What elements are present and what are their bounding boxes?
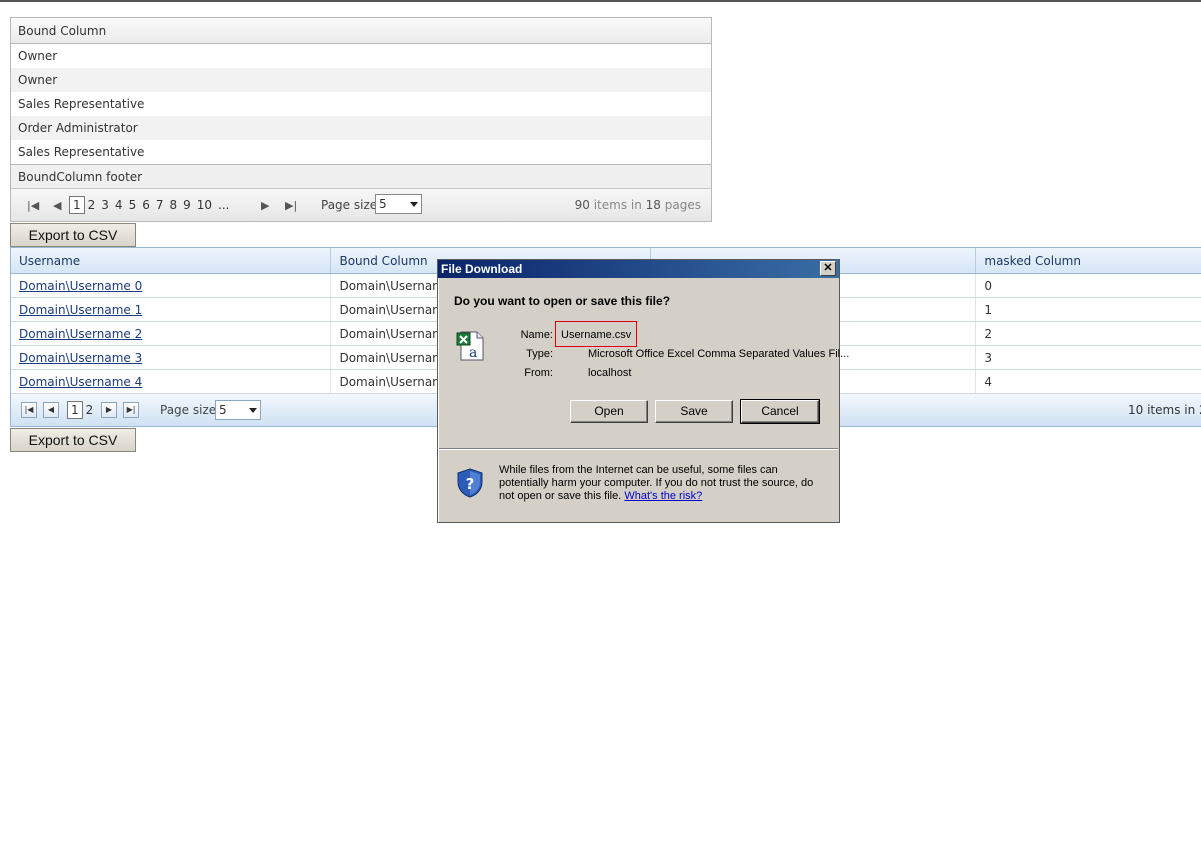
last-page-icon[interactable]: ▶| — [123, 402, 139, 418]
prev-page-icon[interactable]: ◀ — [43, 402, 59, 418]
security-warning: While files from the Internet can be use… — [499, 464, 829, 503]
risk-link[interactable]: What's the risk? — [624, 490, 702, 502]
dialog-divider — [439, 448, 838, 450]
name-label: Name: — [520, 329, 553, 341]
chevron-down-icon — [410, 202, 418, 207]
next-page-icon[interactable]: ▶ — [101, 402, 117, 418]
username-link[interactable]: Domain\Username 4 — [19, 375, 142, 389]
page-link-6[interactable]: 6 — [139, 196, 153, 214]
prev-page-icon[interactable]: ◀ — [53, 199, 61, 212]
page-link-2[interactable]: 2 — [85, 196, 99, 214]
from-label: From: — [524, 367, 553, 379]
masked-cell: 1 — [976, 298, 1201, 321]
page-link-10[interactable]: 10 — [194, 196, 215, 214]
page-size-select[interactable]: 5 — [215, 400, 261, 420]
grid-footer: BoundColumn footer — [11, 164, 711, 189]
first-page-icon[interactable]: |◀ — [21, 402, 37, 418]
username-link[interactable]: Domain\Username 3 — [19, 351, 142, 365]
page-link-1[interactable]: 1 — [69, 196, 85, 214]
page-link-8[interactable]: 8 — [166, 196, 180, 214]
page-size-label: Page size: — [160, 403, 221, 417]
page-numbers: 1 2 — [67, 401, 96, 419]
security-shield-icon: ? — [457, 468, 483, 498]
items-summary: 10 items in 2 p — [1128, 403, 1201, 417]
close-icon[interactable]: ✕ — [820, 261, 836, 276]
page-size-value: 5 — [219, 403, 227, 417]
page-link-5[interactable]: 5 — [126, 196, 140, 214]
svg-text:a: a — [469, 345, 477, 361]
page-size-select[interactable]: 5 — [375, 194, 422, 214]
page-link-more[interactable]: ... — [215, 196, 232, 214]
username-link[interactable]: Domain\Username 2 — [19, 327, 142, 341]
page-size-label: Page size: — [321, 198, 382, 212]
page-numbers: 1 2 3 4 5 6 7 8 9 10 ... — [69, 196, 233, 214]
column-header-masked[interactable]: masked Column — [976, 248, 1201, 273]
file-download-dialog: File Download ✕ Do you want to open or s… — [437, 259, 849, 523]
next-page-icon[interactable]: ▶ — [261, 199, 269, 212]
file-name-value: Username.csv — [561, 329, 632, 341]
table-row[interactable]: Owner — [11, 44, 711, 68]
page-link-3[interactable]: 3 — [98, 196, 112, 214]
dialog-title: File Download — [441, 262, 523, 276]
table-row[interactable]: Sales Representative — [11, 92, 711, 116]
page-link-4[interactable]: 4 — [112, 196, 126, 214]
masked-cell: 3 — [976, 346, 1201, 369]
column-header-username[interactable]: Username — [11, 248, 332, 273]
masked-cell: 2 — [976, 322, 1201, 345]
table-row[interactable]: Owner — [11, 68, 711, 92]
svg-text:?: ? — [466, 475, 475, 493]
grid-pager: |◀ ◀ 1 2 3 4 5 6 7 8 9 10 ... ▶ ▶| Page … — [11, 189, 711, 221]
file-source-value: localhost — [588, 367, 632, 379]
table-row[interactable]: Order Administrator — [11, 116, 711, 140]
bound-column-grid: Bound Column Owner Owner Sales Represent… — [10, 17, 712, 222]
top-border — [0, 0, 1201, 2]
open-button[interactable]: Open — [570, 400, 648, 423]
last-page-icon[interactable]: ▶| — [285, 199, 297, 212]
type-label: Type: — [526, 348, 553, 360]
save-button[interactable]: Save — [655, 400, 733, 423]
file-type-value: Microsoft Office Excel Comma Separated V… — [588, 348, 850, 360]
username-link[interactable]: Domain\Username 0 — [19, 279, 142, 293]
page-link-7[interactable]: 7 — [153, 196, 167, 214]
column-header-bound[interactable]: Bound Column — [11, 18, 711, 44]
export-csv-button-bottom[interactable]: Export to CSV — [10, 428, 136, 452]
cancel-button[interactable]: Cancel — [740, 399, 820, 424]
items-summary: 90 items in 18 pages — [574, 198, 701, 212]
page-link-1[interactable]: 1 — [67, 401, 83, 419]
page-link-9[interactable]: 9 — [180, 196, 194, 214]
export-csv-button-top[interactable]: Export to CSV — [10, 223, 136, 247]
username-link[interactable]: Domain\Username 1 — [19, 303, 142, 317]
table-row[interactable]: Sales Representative — [11, 140, 711, 164]
excel-file-icon: a — [456, 331, 484, 361]
masked-cell: 4 — [976, 370, 1201, 393]
chevron-down-icon — [249, 408, 257, 413]
first-page-icon[interactable]: |◀ — [27, 199, 39, 212]
masked-cell: 0 — [976, 274, 1201, 297]
dialog-titlebar[interactable]: File Download ✕ — [438, 260, 839, 278]
dialog-question: Do you want to open or save this file? — [454, 294, 671, 308]
page-link-2[interactable]: 2 — [83, 401, 97, 419]
page-size-value: 5 — [379, 197, 387, 211]
